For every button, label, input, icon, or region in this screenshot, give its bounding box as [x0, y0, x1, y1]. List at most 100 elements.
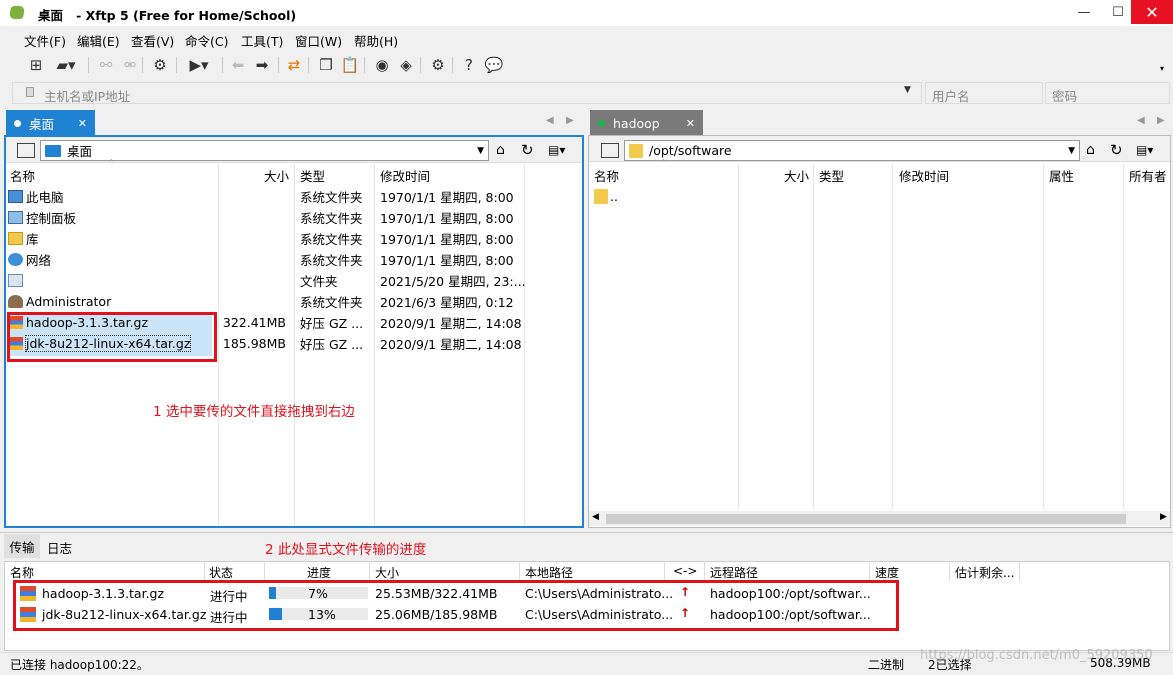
- home-folder-icon[interactable]: ⌂: [496, 142, 505, 158]
- col-remote-path[interactable]: 远程路径: [710, 564, 758, 581]
- col-local-path[interactable]: 本地路径: [525, 564, 573, 581]
- file-name: 库: [26, 232, 39, 247]
- close-tab-icon[interactable]: ✕: [686, 117, 695, 130]
- file-mtime: 1970/1/1 星期四, 8:00: [380, 211, 514, 226]
- column-divider: [738, 164, 739, 509]
- file-name: ..: [610, 189, 618, 204]
- col-attributes[interactable]: 属性: [1049, 166, 1074, 185]
- tab-local-desktop[interactable]: 桌面 ✕: [6, 110, 95, 136]
- properties-icon[interactable]: ⚙: [150, 56, 170, 74]
- tab-scroll-left-icon[interactable]: ◀: [546, 115, 554, 126]
- tab-remote-hadoop[interactable]: hadoop ✕: [590, 110, 703, 136]
- col-direction[interactable]: <->: [673, 564, 697, 578]
- col-owner[interactable]: 所有者: [1129, 166, 1167, 185]
- col-type[interactable]: 类型: [300, 166, 325, 185]
- column-divider: [204, 561, 205, 581]
- scroll-left-icon[interactable]: ◀: [592, 512, 599, 522]
- list-item[interactable]: 控制面板 系统文件夹 1970/1/1 星期四, 8:00: [8, 207, 578, 228]
- close-button[interactable]: ✕: [1131, 0, 1173, 24]
- toolbar-separator: [222, 57, 223, 73]
- col-status[interactable]: 状态: [209, 564, 233, 581]
- file-mtime: 2021/6/3 星期四, 0:12: [380, 295, 514, 310]
- tab-scroll-right-icon[interactable]: ▶: [566, 115, 574, 126]
- connect-icon[interactable]: ⚯: [96, 56, 116, 74]
- chat-icon[interactable]: 💬: [484, 56, 504, 74]
- column-divider: [519, 561, 520, 581]
- new-session-icon[interactable]: ⊞: [26, 56, 46, 74]
- open-folder-icon[interactable]: ▰▾: [52, 56, 80, 74]
- tab-status-dot: [14, 119, 21, 127]
- view-menu-icon[interactable]: ▤▾: [548, 143, 565, 157]
- back-arrow-icon[interactable]: ⬅: [228, 56, 248, 74]
- file-mtime: 2020/9/1 星期二, 14:08: [380, 337, 522, 352]
- col-size[interactable]: 大小: [784, 166, 809, 185]
- chevron-down-icon[interactable]: ▼: [1068, 146, 1075, 156]
- refresh-icon[interactable]: ↻: [521, 141, 534, 159]
- tab-scroll-left-icon[interactable]: ◀: [1137, 115, 1145, 126]
- remote-file-pane[interactable]: [588, 135, 1171, 528]
- menu-tools[interactable]: 工具(T): [241, 31, 283, 50]
- file-type: 系统文件夹: [300, 295, 363, 310]
- file-type: 好压 GZ ...: [300, 337, 364, 352]
- refresh-icon[interactable]: ↻: [1110, 141, 1123, 159]
- col-name[interactable]: 名称: [10, 166, 35, 185]
- list-item[interactable]: Administrator 系统文件夹 2021/6/3 星期四, 0:12: [8, 291, 578, 312]
- scroll-right-icon[interactable]: ▶: [1160, 512, 1167, 522]
- user-icon: [8, 295, 23, 308]
- username-placeholder: 用户名: [932, 89, 970, 104]
- tab-scroll-right-icon[interactable]: ▶: [1157, 115, 1165, 126]
- col-name[interactable]: 名称: [10, 564, 34, 581]
- menu-command[interactable]: 命令(C): [185, 31, 228, 50]
- remote-path-combobox[interactable]: /opt/software ▼: [624, 140, 1080, 161]
- toggle-tree-icon[interactable]: [17, 143, 35, 158]
- col-eta[interactable]: 估计剩余...: [955, 564, 1014, 581]
- xftp-icon[interactable]: ◈: [396, 56, 416, 74]
- col-size[interactable]: 大小: [264, 166, 289, 185]
- list-item[interactable]: ..: [594, 186, 618, 207]
- list-item[interactable]: 此电脑 系统文件夹 1970/1/1 星期四, 8:00: [8, 186, 578, 207]
- toggle-tree-icon[interactable]: [601, 143, 619, 158]
- menu-window[interactable]: 窗口(W): [295, 31, 342, 50]
- col-size[interactable]: 大小: [375, 564, 399, 581]
- menu-help[interactable]: 帮助(H): [354, 31, 398, 50]
- copy-icon[interactable]: ❐: [316, 56, 336, 74]
- view-menu-icon[interactable]: ▤▾: [1136, 143, 1153, 157]
- forward-arrow-icon[interactable]: ➡: [252, 56, 272, 74]
- play-dropdown-icon[interactable]: ▶▾: [184, 56, 214, 74]
- chevron-down-icon[interactable]: ▼: [477, 146, 484, 156]
- home-folder-icon[interactable]: ⌂: [1086, 142, 1095, 158]
- tab-log[interactable]: 日志: [47, 538, 72, 557]
- file-mtime: 1970/1/1 星期四, 8:00: [380, 232, 514, 247]
- menu-file[interactable]: 文件(F): [24, 31, 66, 50]
- xftp-logo-icon: [8, 6, 26, 19]
- options-gear-icon[interactable]: ⚙: [428, 56, 448, 74]
- column-divider: [1019, 561, 1020, 581]
- column-divider: [949, 561, 950, 581]
- host-address-input[interactable]: [12, 82, 922, 104]
- transfer-icon[interactable]: ⇄: [284, 56, 304, 74]
- list-item[interactable]: 网络 系统文件夹 1970/1/1 星期四, 8:00: [8, 249, 578, 270]
- disconnect-icon[interactable]: ⚮: [120, 56, 140, 74]
- col-progress[interactable]: 进度: [307, 564, 331, 581]
- col-type[interactable]: 类型: [819, 166, 844, 185]
- close-tab-icon[interactable]: ✕: [78, 117, 87, 130]
- menu-edit[interactable]: 编辑(E): [77, 31, 120, 50]
- col-mtime[interactable]: 修改时间: [899, 166, 949, 185]
- col-mtime[interactable]: 修改时间: [380, 166, 430, 185]
- help-icon[interactable]: ?: [459, 56, 479, 74]
- col-name[interactable]: 名称: [594, 166, 619, 185]
- list-item[interactable]: 库 系统文件夹 1970/1/1 星期四, 8:00: [8, 228, 578, 249]
- chevron-down-icon[interactable]: ▼: [904, 85, 911, 95]
- scrollbar-thumb[interactable]: [606, 514, 1126, 524]
- watermark: https://blog.csdn.net/m0_59209350: [920, 648, 1153, 663]
- toolbar-overflow-icon[interactable]: ▾: [1160, 64, 1164, 73]
- network-icon: [8, 253, 23, 266]
- list-item[interactable]: 文件夹 2021/5/20 星期四, 23:...: [8, 270, 578, 291]
- file-type: 系统文件夹: [300, 211, 363, 226]
- paste-icon[interactable]: 📋: [340, 56, 360, 74]
- file-mtime: 2021/5/20 星期四, 23:...: [380, 274, 526, 289]
- tab-transfer[interactable]: 传输: [4, 534, 40, 558]
- col-speed[interactable]: 速度: [875, 564, 899, 581]
- menu-view[interactable]: 查看(V): [131, 31, 174, 50]
- xshell-icon[interactable]: ◉: [372, 56, 392, 74]
